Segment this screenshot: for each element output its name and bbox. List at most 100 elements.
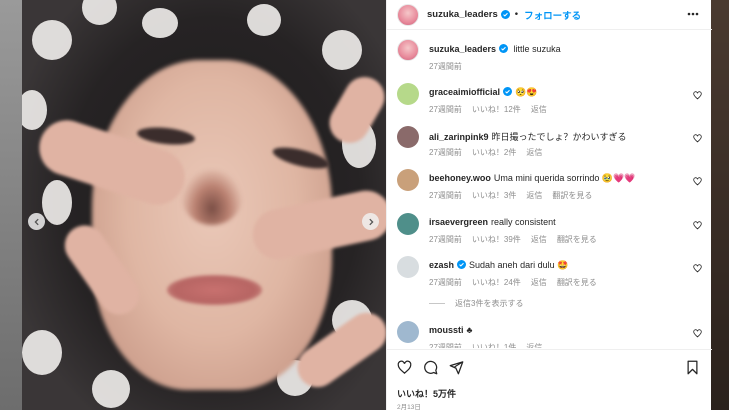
share-icon[interactable] <box>449 360 464 375</box>
comment-likes[interactable]: いいね！39件 <box>472 235 521 244</box>
commenter-avatar[interactable] <box>397 169 419 191</box>
commenter-avatar[interactable] <box>397 213 419 235</box>
carousel-next-button[interactable] <box>362 213 379 230</box>
nose <box>182 170 242 225</box>
chevron-right-icon <box>368 218 374 225</box>
author-avatar[interactable] <box>397 39 419 61</box>
mouth <box>167 275 262 305</box>
comment-text: moussti ♣ <box>429 325 472 335</box>
more-options-icon[interactable] <box>686 7 700 21</box>
commenter-username[interactable]: beehoney.woo <box>429 173 491 183</box>
comment-text: graceaimiofficial 🥺😍 <box>429 87 537 98</box>
reply-button[interactable]: 返信 <box>526 343 542 348</box>
pattern-dot <box>247 4 281 36</box>
comment-meta: 27週間前 いいね！1件 返信 <box>429 342 552 348</box>
comment-text: beehoney.woo Uma mini querida sorrindo 🥹💗… <box>429 173 636 184</box>
comment-meta: 27週間前 いいね！2件 返信 <box>429 147 552 158</box>
comment-time: 27週間前 <box>429 105 462 114</box>
post-panel: suzuka_leaders • フォローする suzuka_leaders l… <box>386 0 712 410</box>
likes-count[interactable]: いいね！5万件 <box>397 387 456 400</box>
comment-text: ezash Sudah aneh dari dulu 🤩 <box>429 260 568 271</box>
comments-list[interactable]: suzuka_leaders little suzuka 27週間前 grace… <box>387 31 712 348</box>
verified-badge-icon <box>503 87 513 96</box>
reply-button[interactable]: 返信 <box>531 235 547 244</box>
verified-badge-icon <box>500 10 510 19</box>
pattern-dot <box>82 0 117 25</box>
comment-time: 27週間前 <box>429 278 462 287</box>
comment-likes[interactable]: いいね！1件 <box>472 343 516 348</box>
verified-badge-icon <box>457 260 467 269</box>
commenter-avatar[interactable] <box>397 256 419 278</box>
commenter-username[interactable]: moussti <box>429 325 464 335</box>
heart-icon[interactable] <box>693 91 702 100</box>
comment-text: irsaevergreen really consistent <box>429 217 556 227</box>
heart-icon[interactable] <box>397 360 412 375</box>
heart-icon[interactable] <box>693 177 702 186</box>
heart-icon[interactable] <box>693 134 702 143</box>
pattern-dot <box>22 90 47 130</box>
post-photo[interactable] <box>22 0 386 410</box>
chevron-left-icon <box>33 218 39 225</box>
heart-icon[interactable] <box>693 264 702 273</box>
replies-divider <box>429 303 445 304</box>
comment-body: 昨日撮ったでしょ？かわいすぎる <box>491 132 627 142</box>
commenter-avatar[interactable] <box>397 321 419 343</box>
carousel-prev-button[interactable] <box>28 213 45 230</box>
comment-body: really consistent <box>491 217 556 227</box>
comment-time: 27週間前 <box>429 343 462 348</box>
translate-button[interactable]: 翻訳を見る <box>557 235 597 244</box>
comment-body: Uma mini querida sorrindo 🥹💗💗 <box>493 173 636 183</box>
screen: suzuka_leaders • フォローする suzuka_leaders l… <box>0 0 729 410</box>
comment-likes[interactable]: いいね！3件 <box>472 191 516 200</box>
comment-likes[interactable]: いいね！12件 <box>472 105 521 114</box>
view-replies-label: 返信3件を表示する <box>455 299 524 308</box>
comment-icon[interactable] <box>423 360 438 375</box>
pattern-dot <box>32 20 72 60</box>
reply-button[interactable]: 返信 <box>531 278 547 287</box>
comment-likes[interactable]: いいね！24件 <box>472 278 521 287</box>
commenter-username[interactable]: ali_zarinpink9 <box>429 132 489 142</box>
translate-button[interactable]: 翻訳を見る <box>557 278 597 287</box>
commenter-username[interactable]: ezash <box>429 260 454 270</box>
comment-likes[interactable]: いいね！2件 <box>472 148 516 157</box>
reply-button[interactable]: 返信 <box>531 105 547 114</box>
comment-meta: 27週間前 いいね！24件 返信 翻訳を見る <box>429 277 607 288</box>
author-avatar[interactable] <box>397 3 419 26</box>
post-header: suzuka_leaders • フォローする <box>387 0 712 30</box>
commenter-avatar[interactable] <box>397 83 419 105</box>
author-username[interactable]: suzuka_leaders <box>427 9 498 20</box>
commenter-username[interactable]: graceaimiofficial <box>429 87 500 97</box>
comment-text: ali_zarinpink9 昨日撮ったでしょ？かわいすぎる <box>429 130 627 143</box>
pattern-dot <box>22 330 62 375</box>
caption-meta: 27週間前 <box>429 61 472 72</box>
comment-time: 27週間前 <box>429 235 462 244</box>
action-bar: いいね！5万件 2月13日 <box>387 349 712 410</box>
comment-body: Sudah aneh dari dulu 🤩 <box>469 260 569 270</box>
comment-time: 27週間前 <box>429 191 462 200</box>
comment-time: 27週間前 <box>429 148 462 157</box>
heart-icon[interactable] <box>693 221 702 230</box>
follow-button[interactable]: フォローする <box>524 8 581 22</box>
pattern-dot <box>142 8 178 38</box>
finger <box>322 69 386 151</box>
caption-username[interactable]: suzuka_leaders <box>429 44 496 54</box>
bookmark-icon[interactable] <box>685 360 700 375</box>
backdrop-right <box>711 0 729 410</box>
separator-dot: • <box>513 9 520 20</box>
translate-button[interactable]: 翻訳を見る <box>552 191 592 200</box>
reply-button[interactable]: 返信 <box>526 191 542 200</box>
heart-icon[interactable] <box>693 329 702 338</box>
backdrop-left <box>0 0 22 410</box>
comment-body: 🥺😍 <box>515 87 538 97</box>
comment-meta: 27週間前 いいね！3件 返信 翻訳を見る <box>429 190 602 201</box>
caption-time: 27週間前 <box>429 62 462 71</box>
comment-body: ♣ <box>466 325 473 335</box>
commenter-avatar[interactable] <box>397 126 419 148</box>
reply-button[interactable]: 返信 <box>526 148 542 157</box>
view-replies-button[interactable]: 返信3件を表示する <box>429 298 523 309</box>
comment-meta: 27週間前 いいね！12件 返信 <box>429 104 557 115</box>
commenter-username[interactable]: irsaevergreen <box>429 217 488 227</box>
post-date[interactable]: 2月13日 <box>397 401 421 410</box>
comment-meta: 27週間前 いいね！39件 返信 翻訳を見る <box>429 234 607 245</box>
pattern-dot <box>92 370 130 408</box>
